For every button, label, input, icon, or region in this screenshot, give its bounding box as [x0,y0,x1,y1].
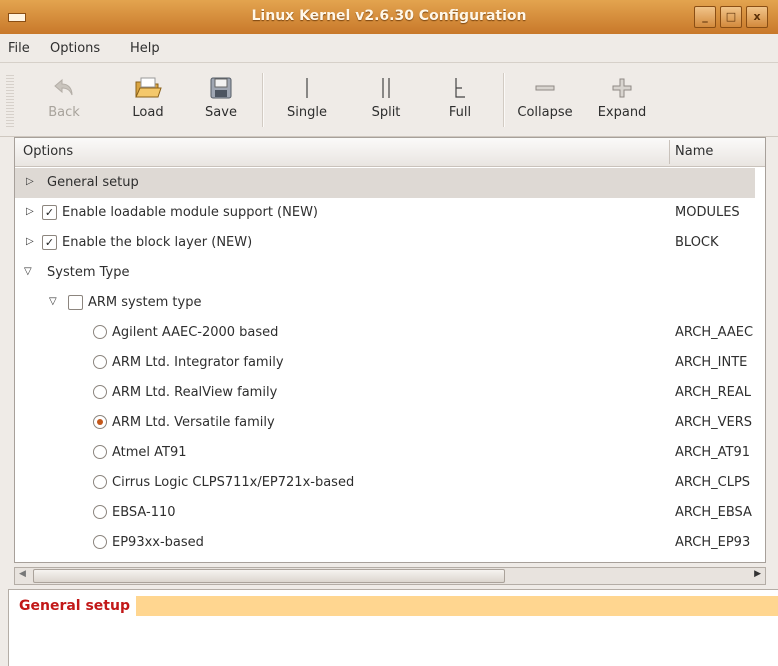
expander-collapsed-icon[interactable]: ▷ [26,176,36,188]
full-view-button[interactable]: Full [428,71,492,131]
radio-button[interactable] [93,325,107,339]
tree-row-radio-option[interactable]: Cirrus Logic CLPS711x/EP721x-based ARCH_… [15,468,755,498]
maximize-button[interactable]: □ [720,6,742,28]
tree-row-system-type[interactable]: ▽ System Type [15,258,755,288]
radio-button[interactable] [93,475,107,489]
split-view-button[interactable]: Split [354,71,418,131]
menu-help[interactable]: Help [130,41,160,56]
menu-options[interactable]: Options [50,41,100,56]
horizontal-scrollbar[interactable]: ◀ ▶ [14,567,766,585]
expander-collapsed-icon[interactable]: ▷ [26,236,36,248]
expand-plus-icon [608,75,636,101]
row-symbol-name: ARCH_EBSA [675,505,752,520]
checkbox[interactable]: ✓ [42,235,57,250]
row-symbol-name: ARCH_AT91 [675,445,750,460]
row-symbol-name: BLOCK [675,235,719,250]
toolbar-grip[interactable] [6,75,14,127]
row-symbol-name: ARCH_AAEC [675,325,754,340]
scroll-right-arrow-icon[interactable]: ▶ [754,569,761,579]
radio-button[interactable] [93,385,107,399]
full-tree-icon [446,75,474,101]
window-title: Linux Kernel v2.6.30 Configuration [251,8,527,24]
row-symbol-name: ARCH_EP93 [675,535,751,550]
toolbar: Back Load Save Single Split Full Collaps… [0,63,778,137]
radio-button[interactable] [93,355,107,369]
scroll-left-arrow-icon[interactable]: ◀ [19,569,26,579]
save-button[interactable]: Save [189,71,253,131]
close-button[interactable]: x [746,6,768,28]
tree-row-radio-option[interactable]: ARM Ltd. Integrator family ARCH_INTE [15,348,755,378]
row-label: Cirrus Logic CLPS711x/EP721x-based [112,475,355,490]
row-label: ARM Ltd. Versatile family [112,415,275,430]
radio-button-selected[interactable] [93,415,107,429]
collapse-minus-icon [531,75,559,101]
tree-row-arm-system-type[interactable]: ▽ ARM system type [15,288,755,318]
back-arrow-icon [50,75,78,101]
tree-header: Options Name [15,138,765,167]
tree-row-radio-option[interactable]: EBSA-110 ARCH_EBSA [15,498,755,528]
row-label: ARM Ltd. Integrator family [112,355,284,370]
row-label: ARM system type [88,295,202,310]
row-symbol-name: ARCH_INTE [675,355,748,370]
column-header-options[interactable]: Options [23,144,73,159]
row-label: ARM Ltd. RealView family [112,385,278,400]
row-label: Atmel AT91 [112,445,187,460]
tree-row-general-setup[interactable]: ▷ General setup [15,168,755,198]
row-symbol-name: MODULES [675,205,740,220]
load-button[interactable]: Load [116,71,180,131]
row-symbol-name: ARCH_VERS [675,415,753,430]
tree-row-radio-option[interactable]: ARM Ltd. RealView family ARCH_REAL [15,378,755,408]
checkbox[interactable]: ✓ [42,205,57,220]
single-pane-icon [293,75,321,101]
expander-expanded-icon[interactable]: ▽ [24,266,34,278]
row-label: System Type [47,265,130,280]
radio-button[interactable] [93,445,107,459]
help-panel: General setup [8,589,778,666]
row-label: EP93xx-based [112,535,204,550]
row-label: Agilent AAEC-2000 based [112,325,279,340]
column-header-name[interactable]: Name [675,144,713,159]
row-symbol-name: ARCH_CLPS [675,475,751,490]
expand-button[interactable]: Expand [590,71,654,131]
help-title: General setup [9,596,136,616]
row-label: Enable the block layer (NEW) [62,235,253,250]
back-button[interactable]: Back [32,71,96,131]
tree-row-radio-option[interactable]: Agilent AAEC-2000 based ARCH_AAEC [15,318,755,348]
floppy-disk-icon [207,75,235,101]
row-symbol-name: ARCH_REAL [675,385,752,400]
collapse-button[interactable]: Collapse [513,71,577,131]
tree-row-radio-option[interactable]: Atmel AT91 ARCH_AT91 [15,438,755,468]
tree-row-radio-option[interactable]: EP93xx-based ARCH_EP93 [15,528,755,558]
options-tree[interactable]: Options Name ▷ General setup ▷ ✓ Enable … [14,137,766,563]
minimize-button[interactable]: _ [694,6,716,28]
radio-button[interactable] [93,535,107,549]
menu-file[interactable]: File [8,41,30,56]
row-label: EBSA-110 [112,505,176,520]
tree-row-modules[interactable]: ▷ ✓ Enable loadable module support (NEW)… [15,198,755,228]
row-label: Enable loadable module support (NEW) [62,205,318,220]
vertical-scrollbar[interactable]: ▼ [765,138,766,562]
tree-row-block[interactable]: ▷ ✓ Enable the block layer (NEW) BLOCK [15,228,755,258]
single-view-button[interactable]: Single [275,71,339,131]
folder-open-icon [134,75,162,101]
radio-button[interactable] [93,505,107,519]
menu-bar: File Options Help [0,34,778,63]
horizontal-scroll-thumb[interactable] [33,569,505,583]
tree-row-radio-option-selected[interactable]: ARM Ltd. Versatile family ARCH_VERS [15,408,755,438]
expander-expanded-icon[interactable]: ▽ [49,296,59,308]
row-label: General setup [47,175,139,190]
split-pane-icon [372,75,400,101]
checkbox[interactable] [68,295,83,310]
title-bar: Linux Kernel v2.6.30 Configuration _ □ x [0,0,778,35]
expander-collapsed-icon[interactable]: ▷ [26,206,36,218]
